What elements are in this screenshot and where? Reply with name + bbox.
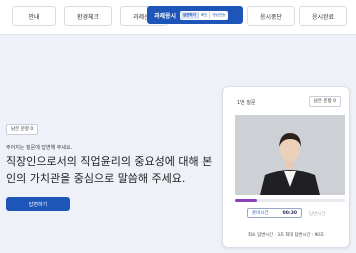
step-task-exam[interactable]: 과제응시 답변하기 확인 영상전송 — [147, 6, 243, 24]
answer-progress-bar — [235, 199, 345, 202]
video-preview — [235, 115, 345, 195]
subtab-confirm[interactable]: 확인 — [199, 11, 211, 19]
prep-timer: 준비시간 00:30 — [247, 208, 302, 218]
step-navigation-bar: 안내 환경체크 과제선택 과제응시 답변하기 확인 영상전송 응시중단 응시완료 — [0, 0, 356, 35]
answer-button[interactable]: 답변하기 — [6, 197, 70, 211]
prep-timer-label: 준비시간 — [252, 211, 269, 216]
subtab-video-send[interactable]: 영상전송 — [210, 12, 227, 19]
answer-progress-fill — [235, 199, 257, 202]
question-text: 직장인으로서의 직업윤리의 중요성에 대해 본인의 가치관을 중심으로 말씀해 … — [6, 155, 213, 185]
exam-subtabs: 답변하기 확인 영상전송 — [180, 10, 229, 20]
step-exam-complete[interactable]: 응시완료 — [299, 6, 347, 26]
step-environment-check[interactable]: 환경체크 — [64, 6, 112, 26]
remaining-questions-badge: 남은 문항 0 — [6, 124, 39, 135]
instruction-text: 주어지는 질문에 답변해 주세요. — [6, 145, 73, 151]
question-number: 1번 질문 — [237, 100, 256, 106]
prep-timer-value: 00:30 — [282, 210, 297, 216]
step-exam-stop[interactable]: 응시중단 — [247, 6, 295, 26]
answer-time-limits: 최소 답변시간 : 3초 최대 답변시간 : 90초 — [247, 233, 324, 238]
step-guide[interactable]: 안내 — [12, 6, 56, 26]
person-avatar-figure — [235, 115, 345, 195]
answer-time-label: 답변시간 — [309, 212, 326, 217]
card-remaining-badge: 남은 문항 0 — [308, 96, 341, 107]
step-task-exam-label: 과제응시 — [154, 12, 177, 20]
subtab-answer[interactable]: 답변하기 — [181, 11, 199, 19]
video-answer-card: 1번 질문 남은 문항 0 준비시간 00:30 답변시간 최소 답변시간 : … — [222, 86, 350, 248]
